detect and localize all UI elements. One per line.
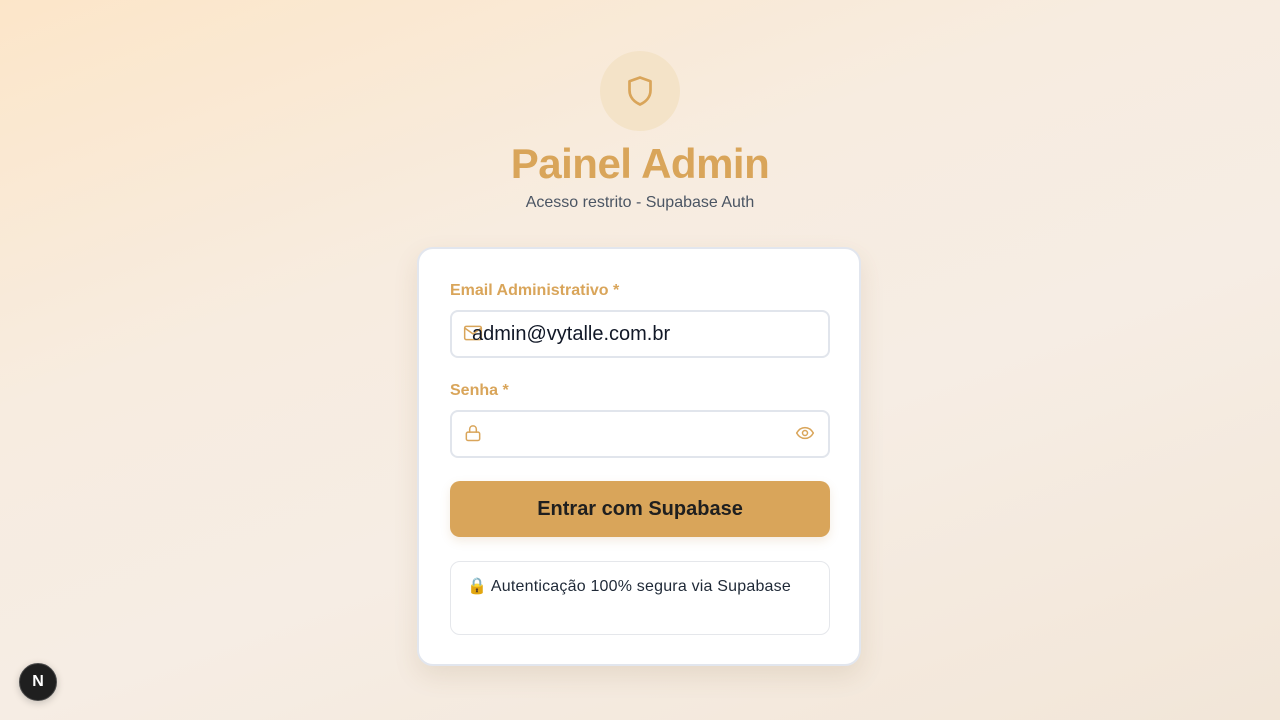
security-note: 🔒 Autenticação 100% segura via Supabase (450, 561, 830, 635)
header-icon-circle (600, 51, 680, 131)
email-label: Email Administrativo * (450, 282, 620, 299)
password-label: Senha * (450, 382, 509, 399)
email-field[interactable] (450, 310, 830, 358)
dev-tools-badge[interactable]: N (19, 663, 57, 701)
password-field[interactable] (450, 410, 830, 458)
security-note-text: Autenticação 100% segura via Supabase (490, 578, 791, 595)
page-title: Painel Admin (510, 140, 770, 187)
shield-icon (628, 76, 652, 106)
page-subtitle: Acesso restrito - Supabase Auth (525, 194, 755, 211)
eye-icon[interactable] (795, 423, 815, 443)
lock-emoji-icon: 🔒 (467, 578, 488, 595)
password-input[interactable] (472, 412, 772, 456)
submit-button[interactable]: Entrar com Supabase (450, 481, 830, 537)
login-card: Email Administrativo * Senha * Entrar co… (417, 247, 861, 666)
email-input[interactable] (472, 312, 772, 356)
